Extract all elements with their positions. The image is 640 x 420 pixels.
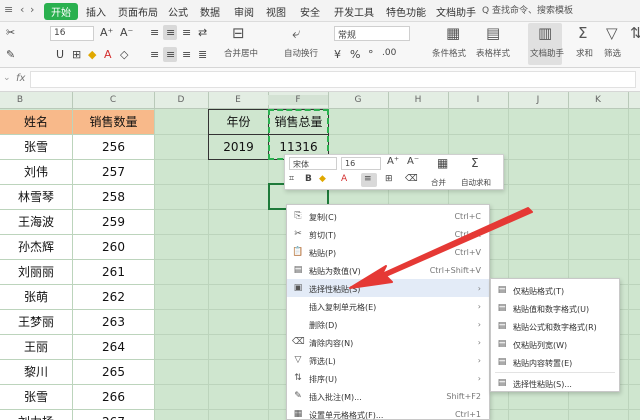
red-arrow-icon xyxy=(349,207,533,289)
annotation-arrow xyxy=(349,207,533,289)
